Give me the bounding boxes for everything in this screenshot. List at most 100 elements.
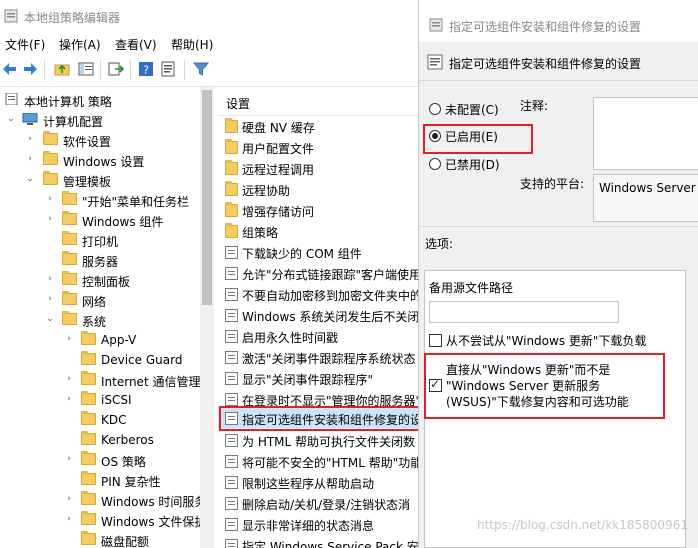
- menu-file[interactable]: 文件(F): [5, 36, 45, 53]
- folder-icon: [81, 471, 96, 485]
- list-setting-item[interactable]: 启用永久性时间戳: [218, 326, 420, 347]
- list-folder-item[interactable]: 远程过程调用: [218, 158, 420, 179]
- tree-label: "开始"菜单和任务栏: [82, 195, 190, 209]
- chevron-right-icon[interactable]: ›: [45, 194, 55, 204]
- folder-icon: [81, 491, 96, 505]
- chevron-right-icon[interactable]: ›: [64, 454, 74, 464]
- list-setting-item[interactable]: 允许"分布式链接跟踪"客户端使用: [218, 263, 420, 284]
- tree-label: 计算机配置: [43, 115, 104, 129]
- help-icon[interactable]: ?: [138, 61, 154, 77]
- filter-icon[interactable]: [193, 61, 209, 77]
- radio-disabled-label[interactable]: 已禁用(D): [445, 156, 500, 173]
- chevron-right-icon[interactable]: ›: [25, 154, 35, 164]
- list-setting-item[interactable]: 下载缺少的 COM 组件: [218, 242, 420, 263]
- chevron-down-icon[interactable]: ⌄: [6, 114, 16, 124]
- chevron-right-icon[interactable]: ›: [64, 494, 74, 504]
- radio-not-configured-label[interactable]: 未配置(C): [445, 101, 499, 118]
- options-scrollbar[interactable]: [687, 270, 698, 548]
- list-setting-item[interactable]: 激活"关闭事件跟踪程序系统状态: [218, 347, 420, 368]
- radio-not-configured[interactable]: [429, 103, 441, 115]
- folder-icon: [81, 431, 96, 445]
- list-setting-item[interactable]: 将可能不安全的"HTML 帮助"功能: [218, 451, 420, 472]
- forward-icon[interactable]: [22, 61, 38, 77]
- folder-icon: [225, 118, 238, 133]
- folder-icon: [81, 331, 96, 345]
- tree-label: 管理模板: [63, 175, 112, 189]
- radio-disabled[interactable]: [429, 158, 441, 170]
- properties-icon[interactable]: [160, 61, 176, 77]
- list-item-label: 指定 Windows Service Pack 安: [242, 540, 419, 548]
- list-item-label: 允许"分布式链接跟踪"客户端使用: [242, 268, 420, 282]
- list-folder-item[interactable]: 增强存储访问: [218, 200, 420, 221]
- list-setting-item[interactable]: 显示"关闭事件跟踪程序": [218, 368, 420, 389]
- list-column-header[interactable]: 设置: [226, 95, 250, 112]
- list-item-label: 硬盘 NV 缓存: [242, 121, 315, 135]
- folder-icon: [62, 251, 77, 265]
- chevron-right-icon[interactable]: ›: [45, 294, 55, 304]
- list-item-label: 组策略: [242, 226, 279, 240]
- folder-icon: [62, 291, 77, 305]
- chevron-right-icon[interactable]: ›: [45, 274, 55, 284]
- policy-setting-icon: [225, 497, 238, 510]
- chevron-down-icon[interactable]: ⌄: [25, 174, 35, 184]
- tree-label: App-V: [101, 333, 137, 347]
- list-folder-item[interactable]: 硬盘 NV 缓存: [218, 116, 420, 137]
- tree-label: 软件设置: [63, 135, 112, 149]
- tree-label: 系统: [82, 315, 107, 329]
- tree-label: 本地计算机 策略: [24, 95, 112, 109]
- list-setting-item[interactable]: 删除启动/关机/登录/注销状态消: [218, 493, 420, 514]
- alt-source-path-input[interactable]: [429, 301, 619, 323]
- tree-label: 控制面板: [82, 275, 131, 289]
- list-setting-item[interactable]: 不要自动加密移到加密文件夹中的: [218, 284, 420, 305]
- up-folder-icon[interactable]: [54, 61, 70, 77]
- menu-action[interactable]: 操作(A): [59, 36, 101, 53]
- policy-setting-icon: [225, 246, 238, 259]
- list-folder-item[interactable]: 用户配置文件: [218, 137, 420, 158]
- list-folder-item[interactable]: 远程协助: [218, 179, 420, 200]
- list-item-label: 删除启动/关机/登录/注销状态消: [242, 498, 411, 512]
- folder-icon: [225, 202, 238, 217]
- list-setting-item[interactable]: 为 HTML 帮助可执行文件关闭数: [218, 430, 420, 451]
- list-setting-item[interactable]: Windows 系统关闭发生后不关闭: [218, 305, 420, 326]
- policy-setting-icon: [225, 539, 238, 548]
- chevron-right-icon[interactable]: ›: [25, 134, 35, 144]
- show-hide-tree-icon[interactable]: [78, 61, 94, 77]
- folder-icon: [62, 311, 77, 325]
- checkbox-never-download-from-wu-label[interactable]: 从不尝试从"Windows 更新"下载负载: [446, 332, 646, 349]
- svg-text:?: ?: [143, 64, 149, 77]
- editor-titlebar: 本地组策略编辑器: [0, 0, 420, 32]
- export-list-icon[interactable]: [108, 61, 124, 77]
- chevron-right-icon[interactable]: ›: [45, 214, 55, 224]
- comment-label: 注释:: [520, 99, 549, 113]
- dialog-heading-text: 指定可选组件安装和组件修复的设置: [449, 57, 642, 71]
- tree-label: Internet 通信管理: [101, 375, 201, 389]
- menu-help[interactable]: 帮助(H): [171, 36, 213, 53]
- divider: [419, 226, 698, 227]
- divider: [419, 80, 698, 81]
- list-setting-item[interactable]: 指定 Windows Service Pack 安: [218, 535, 420, 548]
- policy-setting-icon: [427, 54, 443, 70]
- menu-view[interactable]: 查看(V): [115, 36, 157, 53]
- list-item-label: 远程协助: [242, 184, 291, 198]
- back-icon[interactable]: [2, 61, 18, 77]
- list-setting-item[interactable]: 显示非常详细的状态消息: [218, 514, 420, 535]
- watermark: https://blog.csdn.net/kk185800961: [477, 518, 688, 532]
- chevron-right-icon[interactable]: ›: [64, 514, 74, 524]
- chevron-down-icon[interactable]: ⌄: [45, 314, 55, 324]
- tree-scrollbar-thumb[interactable]: [202, 90, 212, 305]
- folder-icon: [43, 131, 58, 145]
- comment-field[interactable]: [593, 97, 698, 170]
- chevron-right-icon[interactable]: ›: [64, 394, 74, 404]
- folder-icon: [81, 371, 96, 385]
- list-setting-item[interactable]: 限制这些程序从帮助启动: [218, 472, 420, 493]
- checkbox-never-download-from-wu[interactable]: [429, 334, 442, 347]
- supported-platform-value: Windows Server 2: [599, 181, 698, 195]
- toolbar-divider: [130, 60, 131, 80]
- tree-label: PIN 复杂性: [101, 475, 161, 489]
- chevron-right-icon[interactable]: ›: [64, 334, 74, 344]
- chevron-right-icon[interactable]: ›: [64, 374, 74, 384]
- options-label: 选项:: [425, 237, 454, 251]
- list-folder-item[interactable]: 组策略: [218, 221, 420, 242]
- policy-setting-icon: [225, 288, 238, 301]
- toolbar-divider: [44, 60, 45, 80]
